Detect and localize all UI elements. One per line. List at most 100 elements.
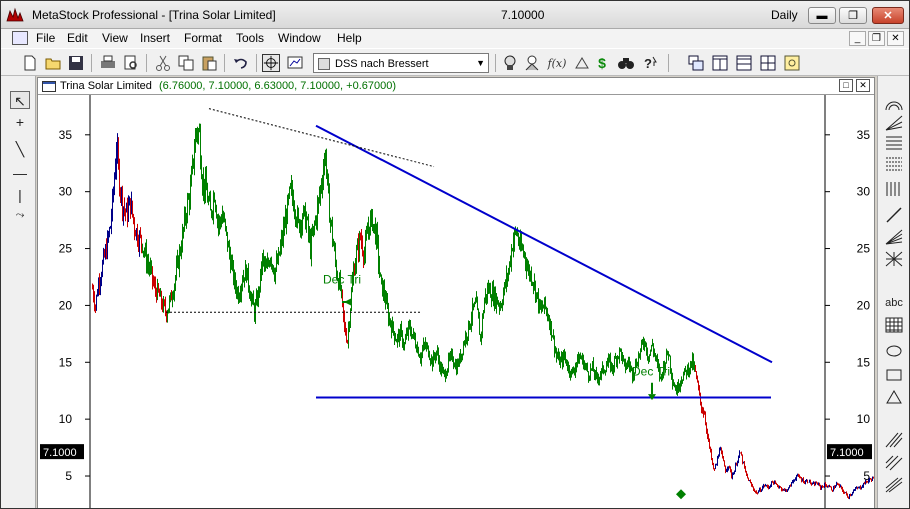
tile-vertical-icon[interactable] (711, 54, 729, 72)
speed-resistance-icon[interactable] (884, 156, 904, 174)
line-draw-icon[interactable] (884, 206, 904, 224)
trendline-icon[interactable]: ╲ (10, 140, 30, 158)
save-icon[interactable] (67, 54, 85, 72)
copy-icon[interactable] (177, 54, 195, 72)
text-tool-icon[interactable]: abc (884, 294, 904, 312)
rectangle-icon[interactable] (884, 366, 904, 384)
document-close-button[interactable]: ✕ (887, 31, 904, 46)
close-icon: ✕ (883, 10, 893, 22)
menu-view[interactable]: View (102, 31, 128, 45)
window-cascade-icon[interactable] (687, 54, 705, 72)
buy-sell-arrow-icon[interactable]: ⤳ (10, 206, 30, 224)
price-chart[interactable]: 35302520151057.1000 35302520151057.1000 … (38, 95, 874, 509)
last-price-label-right: 7.1000 (830, 447, 864, 459)
explorer-icon[interactable] (523, 54, 541, 72)
drawing-toolbar-left: ↖ + ╲ — | ⤳ (1, 76, 36, 508)
expert-advisor-icon[interactable] (501, 54, 519, 72)
y-tick-label-left: 5 (65, 469, 72, 483)
tile-icon[interactable] (759, 54, 777, 72)
open-icon[interactable] (44, 54, 62, 72)
menu-bar: File Edit View Insert Format Tools Windo… (1, 29, 909, 48)
annotation-dec-tri-2: Dec Tri (632, 364, 670, 378)
price-bars (92, 123, 874, 500)
chart-window[interactable]: Trina Solar Limited (6.76000, 7.10000, 6… (37, 77, 875, 509)
vertical-line-icon[interactable]: | (10, 186, 30, 204)
toolbar-separator (495, 54, 496, 72)
document-menu-icon[interactable] (12, 31, 28, 45)
descending-trendline (315, 124, 773, 364)
window-title: MetaStock Professional - [Trina Solar Li… (32, 8, 276, 22)
menu-file[interactable]: File (36, 31, 55, 45)
ellipse-icon[interactable] (884, 342, 904, 360)
chart-title-bar[interactable]: Trina Solar Limited (6.76000, 7.10000, 6… (38, 78, 874, 95)
arc-icon[interactable] (884, 94, 904, 112)
gann-grid-icon[interactable] (884, 250, 904, 268)
chart-window-icon[interactable] (286, 54, 304, 72)
annotation-dec-tri-1: Dec Tri (323, 272, 361, 286)
tile-horizontal-icon[interactable] (735, 54, 753, 72)
chart-markers: Dec Tri Dec Tri (323, 272, 686, 500)
print-preview-icon[interactable] (122, 54, 140, 72)
document-minimize-button[interactable]: _ (849, 31, 866, 46)
new-icon[interactable] (21, 54, 39, 72)
maximize-button[interactable]: ❐ (839, 7, 867, 24)
y-tick-label-right: 20 (857, 298, 871, 312)
options-icon[interactable] (573, 54, 591, 72)
menu-format[interactable]: Format (184, 31, 222, 45)
document-restore-button[interactable]: ❐ (868, 31, 885, 46)
y-tick-label-left: 15 (59, 355, 73, 369)
toolbar-separator (146, 54, 147, 72)
toolbar-separator (256, 54, 257, 72)
indicator-builder-icon[interactable]: f(x) (546, 54, 568, 72)
quadrant-lines-icon[interactable] (884, 476, 904, 494)
binoculars-icon[interactable] (617, 54, 635, 72)
standard-toolbar: DSS nach Bressert ▼ f(x) $ ? (1, 48, 909, 76)
y-tick-label-right: 15 (857, 355, 871, 369)
y-tick-label-right: 35 (857, 128, 871, 142)
fan-lines-icon[interactable] (884, 114, 904, 132)
crosshair-icon[interactable] (262, 54, 280, 72)
paste-icon[interactable] (200, 54, 218, 72)
andrews-pitchfork-icon[interactable] (884, 431, 904, 449)
undo-icon[interactable] (232, 54, 250, 72)
chevron-down-icon: ▼ (476, 58, 485, 68)
y-tick-label-left: 25 (59, 242, 73, 256)
y-tick-label-left: 35 (59, 128, 73, 142)
menu-tools[interactable]: Tools (236, 31, 264, 45)
help-icon[interactable]: ? (641, 54, 659, 72)
menu-insert[interactable]: Insert (140, 31, 170, 45)
menu-window[interactable]: Window (278, 31, 321, 45)
cycle-lines-icon[interactable] (884, 180, 904, 198)
gann-fan-icon[interactable] (884, 228, 904, 246)
close-icon: ✕ (859, 80, 867, 90)
triangle-icon[interactable] (884, 388, 904, 406)
parallel-lines-icon[interactable] (884, 454, 904, 472)
expert-select-icon (318, 58, 330, 70)
title-bar[interactable]: MetaStock Professional - [Trina Solar Li… (1, 1, 909, 29)
maximize-icon: ❐ (848, 10, 858, 22)
menu-help[interactable]: Help (337, 31, 362, 45)
expert-dropdown-value: DSS nach Bressert (335, 58, 429, 70)
y-axis-left: 35 30 25 20 15 10 5 7.1000 (40, 95, 91, 508)
minimize-icon: _ (854, 33, 861, 44)
chart-maximize-button[interactable]: □ (839, 79, 853, 92)
chart-close-button[interactable]: ✕ (856, 79, 870, 92)
crosshair-draw-icon[interactable]: + (10, 113, 30, 131)
grid-icon[interactable] (884, 316, 904, 334)
system-tester-icon[interactable]: $ (593, 54, 611, 72)
print-icon[interactable] (99, 54, 117, 72)
y-tick-label-left: 10 (59, 412, 73, 426)
close-button[interactable]: ✕ (872, 7, 904, 24)
chart-security-name: Trina Solar Limited (60, 80, 152, 92)
svg-text:?: ? (644, 56, 652, 71)
toolbar-separator (224, 54, 225, 72)
pointer-icon[interactable]: ↖ (10, 91, 30, 109)
y-tick-label-right: 25 (857, 242, 871, 256)
cut-icon[interactable] (154, 54, 172, 72)
menu-edit[interactable]: Edit (67, 31, 88, 45)
horizontal-line-icon[interactable]: — (10, 164, 30, 182)
chart-settings-icon[interactable] (783, 54, 801, 72)
minimize-button[interactable]: ▬ (808, 7, 836, 24)
fibonacci-retracement-icon[interactable] (884, 134, 904, 152)
expert-dropdown[interactable]: DSS nach Bressert ▼ (313, 53, 489, 73)
